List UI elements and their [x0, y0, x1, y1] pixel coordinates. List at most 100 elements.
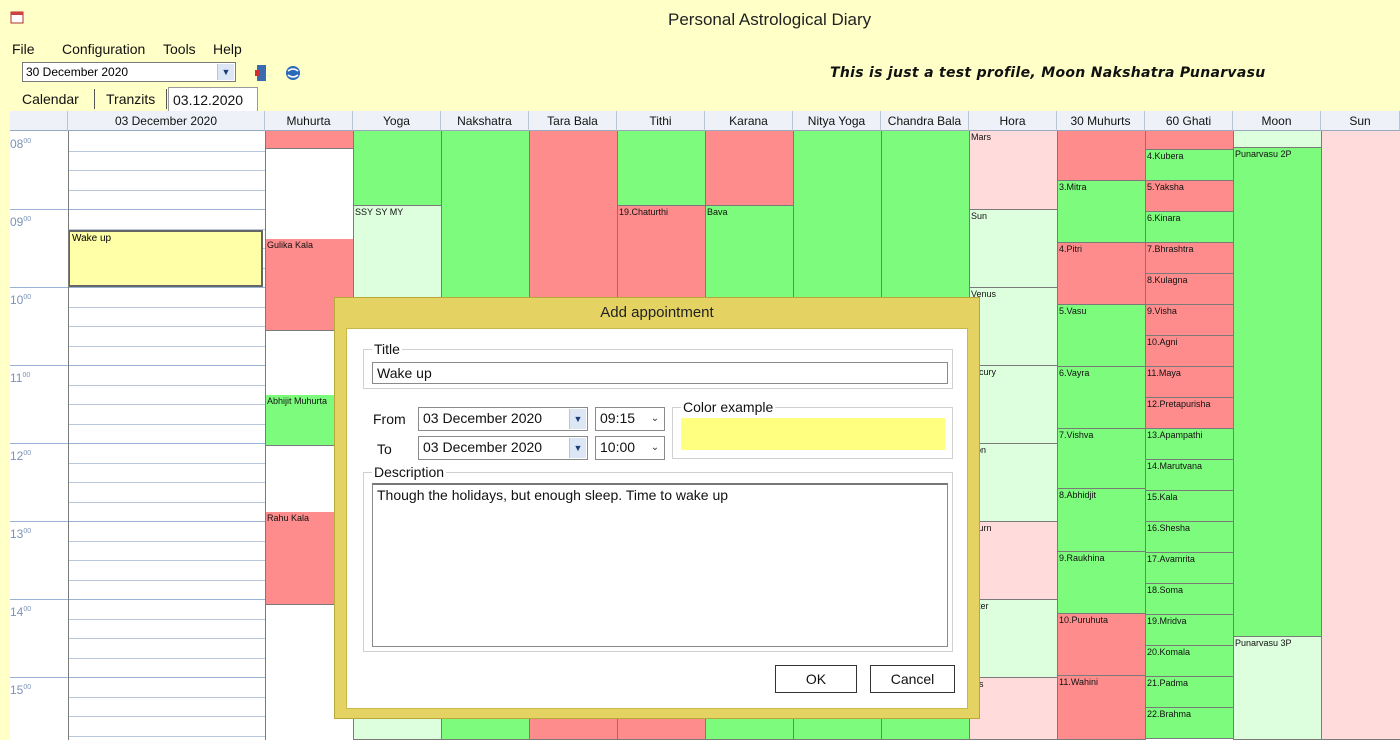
- karana-cell[interactable]: [705, 131, 793, 206]
- moon-cell[interactable]: Punarvasu 3P: [1233, 637, 1321, 740]
- muhurts30-cell[interactable]: 3.Mitra: [1057, 181, 1145, 243]
- slot-line: [68, 540, 265, 542]
- hora-cell[interactable]: Venus: [969, 288, 1057, 366]
- sun-cell[interactable]: [1321, 131, 1400, 740]
- muhurts30-cell[interactable]: 6.Vayra: [1057, 367, 1145, 429]
- tab-tranzits[interactable]: Tranzits: [106, 87, 155, 111]
- column-header-60-ghati[interactable]: 60 Ghati: [1145, 111, 1233, 131]
- chevron-down-icon[interactable]: ▼: [569, 438, 586, 458]
- ghati-cell[interactable]: 7.Bhrashtra: [1145, 243, 1233, 274]
- column-header-tithi[interactable]: Tithi: [617, 111, 705, 131]
- muhurts30-cell[interactable]: 8.Abhidjit: [1057, 489, 1145, 552]
- tab-calendar[interactable]: Calendar: [22, 87, 79, 111]
- hora-cell[interactable]: aturn: [969, 522, 1057, 600]
- chevron-down-icon[interactable]: ▼: [217, 64, 234, 80]
- ghati-cell[interactable]: 15.Kala: [1145, 491, 1233, 522]
- chevron-down-icon[interactable]: ▼: [569, 409, 586, 429]
- exit-door-icon[interactable]: [254, 64, 268, 82]
- slot-line: [68, 482, 265, 483]
- ghati-cell[interactable]: 13.Apampathi: [1145, 429, 1233, 460]
- slot-line: [10, 521, 265, 522]
- slot-line: [68, 560, 265, 561]
- column-header-nakshatra[interactable]: Nakshatra: [441, 111, 529, 131]
- column-header-moon[interactable]: Moon: [1233, 111, 1321, 131]
- slot-line: [68, 716, 265, 717]
- ghati-cell[interactable]: 8.Kulagna: [1145, 274, 1233, 305]
- column-header-nitya-yoga[interactable]: Nitya Yoga: [793, 111, 881, 131]
- column-divider: [1145, 131, 1146, 740]
- ghati-cell[interactable]: 16.Shesha: [1145, 522, 1233, 553]
- chevron-down-icon[interactable]: ⌄: [648, 409, 662, 429]
- slot-line: [68, 170, 265, 171]
- ghati-cell[interactable]: 14.Marutvana: [1145, 460, 1233, 491]
- ghati-cell[interactable]: 12.Pretapurisha: [1145, 398, 1233, 429]
- column-header-chandra-bala[interactable]: Chandra Bala: [881, 111, 969, 131]
- tab-date[interactable]: 03.12.2020 ✕: [168, 87, 258, 132]
- ghati-cell[interactable]: 9.Visha: [1145, 305, 1233, 336]
- slot-line: [68, 696, 265, 698]
- yoga-cell[interactable]: [353, 131, 441, 206]
- column-header-muhurta[interactable]: Muhurta: [265, 111, 353, 131]
- description-textarea[interactable]: Though the holidays, but enough sleep. T…: [372, 483, 948, 647]
- hora-cell[interactable]: ercury: [969, 366, 1057, 444]
- ghati-cell[interactable]: 19.Mridva: [1145, 615, 1233, 646]
- muhurts30-cell[interactable]: 11.Wahini: [1057, 676, 1145, 740]
- muhurts30-cell[interactable]: 9.Raukhina: [1057, 552, 1145, 614]
- menu-configuration[interactable]: Configuration: [62, 41, 145, 57]
- ghati-cell[interactable]: 22.Brahma: [1145, 708, 1233, 739]
- moon-cell[interactable]: [1233, 131, 1321, 148]
- muhurts30-cell[interactable]: 10.Puruhuta: [1057, 614, 1145, 676]
- hora-cell[interactable]: piter: [969, 600, 1057, 678]
- column-header-karana[interactable]: Karana: [705, 111, 793, 131]
- ghati-cell[interactable]: 10.Agni: [1145, 336, 1233, 367]
- slot-line: [10, 677, 265, 678]
- hora-cell[interactable]: Sun: [969, 210, 1057, 288]
- to-time-value: 10:00: [600, 439, 636, 455]
- muhurts30-cell[interactable]: [1057, 131, 1145, 181]
- hora-cell[interactable]: ars: [969, 678, 1057, 740]
- date-combo[interactable]: 30 December 2020 ▼: [22, 62, 236, 82]
- column-header-yoga[interactable]: Yoga: [353, 111, 441, 131]
- ghati-cell[interactable]: [1145, 131, 1233, 150]
- ok-button[interactable]: OK: [775, 665, 857, 693]
- column-header-30-muhurts[interactable]: 30 Muhurts: [1057, 111, 1145, 131]
- ghati-cell[interactable]: 4.Kubera: [1145, 150, 1233, 181]
- title-input[interactable]: Wake up: [372, 362, 948, 384]
- tithi-cell[interactable]: [617, 131, 705, 206]
- appointment-wake-up[interactable]: Wake up: [68, 230, 263, 287]
- cancel-button[interactable]: Cancel: [870, 665, 955, 693]
- column-header-sun[interactable]: Sun: [1321, 111, 1400, 131]
- menu-tools[interactable]: Tools: [163, 41, 196, 57]
- ghati-cell[interactable]: 20.Komala: [1145, 646, 1233, 677]
- moon-cell[interactable]: Punarvasu 2P: [1233, 148, 1321, 637]
- globe-refresh-icon[interactable]: [284, 64, 302, 82]
- muhurts30-cell[interactable]: 7.Vishva: [1057, 429, 1145, 489]
- hora-cell[interactable]: oon: [969, 444, 1057, 522]
- from-time-select[interactable]: 09:15 ⌄: [595, 407, 665, 431]
- slot-line: [10, 287, 265, 288]
- slot-line: [68, 579, 265, 581]
- ghati-cell[interactable]: 5.Yaksha: [1145, 181, 1233, 212]
- ghati-cell[interactable]: 18.Soma: [1145, 584, 1233, 615]
- column-header-hora[interactable]: Hora: [969, 111, 1057, 131]
- muhurts30-cell[interactable]: 4.Pitri: [1057, 243, 1145, 305]
- to-time-select[interactable]: 10:00 ⌄: [595, 436, 665, 460]
- color-example-swatch[interactable]: [681, 418, 945, 450]
- ghati-cell[interactable]: 11.Maya: [1145, 367, 1233, 398]
- muhurta-cell[interactable]: [265, 149, 353, 239]
- tab-separator: [94, 89, 95, 109]
- muhurta-cell[interactable]: [265, 131, 353, 149]
- hora-cell[interactable]: Mars: [969, 131, 1057, 210]
- column-header-tara-bala[interactable]: Tara Bala: [529, 111, 617, 131]
- menu-file[interactable]: File: [12, 41, 35, 57]
- column-divider: [1233, 131, 1234, 740]
- ghati-cell[interactable]: 21.Padma: [1145, 677, 1233, 708]
- column-header-date[interactable]: 03 December 2020: [68, 111, 265, 131]
- ghati-cell[interactable]: 17.Avamrita: [1145, 553, 1233, 584]
- muhurts30-cell[interactable]: 5.Vasu: [1057, 305, 1145, 367]
- to-date-select[interactable]: 03 December 2020 ▼: [418, 436, 588, 460]
- menu-help[interactable]: Help: [213, 41, 242, 57]
- chevron-down-icon[interactable]: ⌄: [648, 438, 662, 458]
- ghati-cell[interactable]: 6.Kinara: [1145, 212, 1233, 243]
- from-date-select[interactable]: 03 December 2020 ▼: [418, 407, 588, 431]
